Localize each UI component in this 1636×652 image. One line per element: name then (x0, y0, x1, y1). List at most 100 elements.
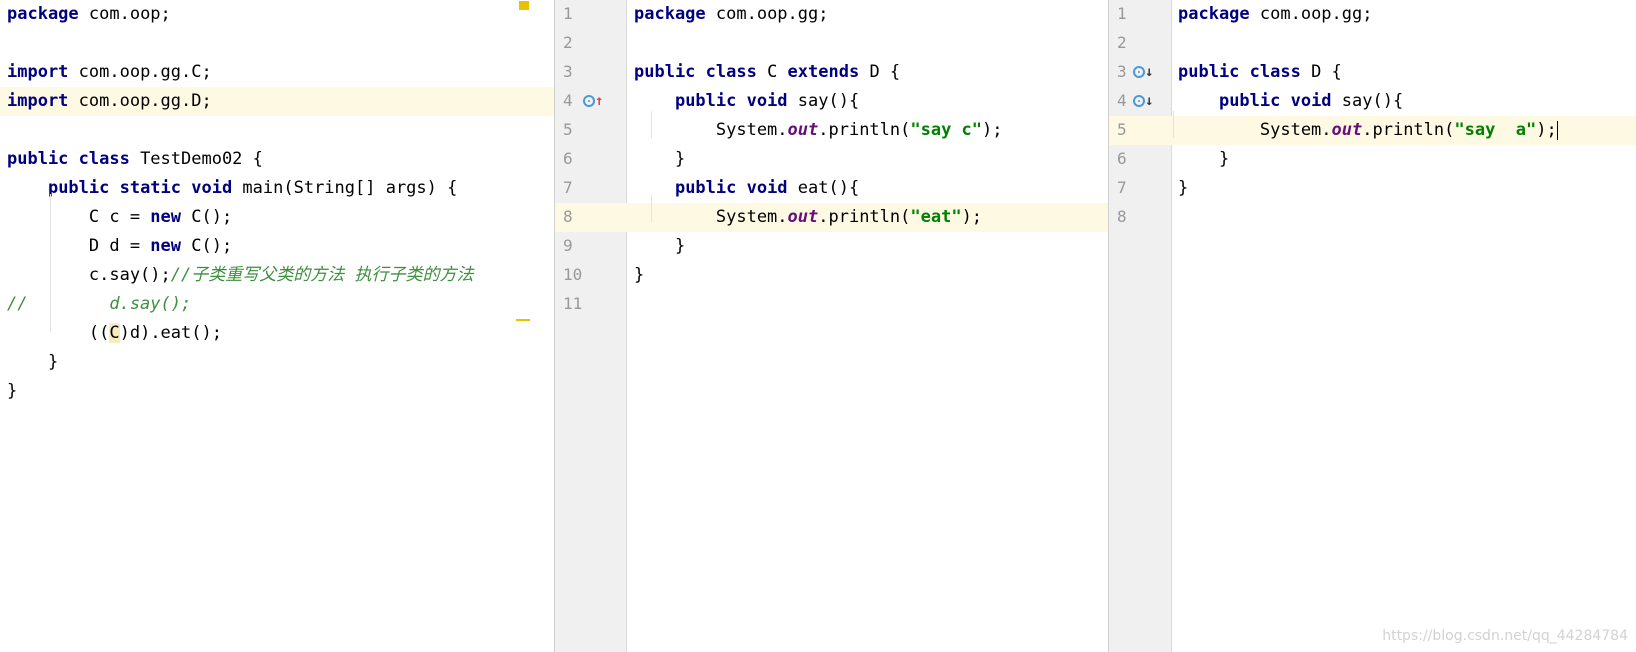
code-text: System.out.println("eat"); (634, 203, 982, 231)
code-line[interactable]: 6 } (1109, 145, 1636, 174)
code-token: ); (982, 120, 1003, 140)
line-number[interactable]: 1 (1117, 0, 1141, 28)
code-text: System.out.println("say a"); (1178, 116, 1558, 144)
line-number[interactable]: 8 (563, 203, 587, 231)
code-line[interactable]: 7} (1109, 174, 1636, 203)
comment-token: //子类重写父类的方法 执行子类的方法 (170, 265, 474, 285)
code-line[interactable]: 11 (555, 290, 1108, 319)
code-lines: 1 package com.oop.gg; 2 3 public class C ext… (555, 0, 1108, 319)
code-token: } (634, 265, 645, 285)
code-line[interactable]: 10} (555, 261, 1108, 290)
code-line[interactable]: import com.oop.gg.D; (0, 87, 554, 116)
field-token: out (787, 120, 819, 140)
string-token: "say c" (910, 120, 983, 140)
code-line[interactable]: package com.oop; (0, 0, 554, 29)
code-text: package com.oop.gg; (1178, 0, 1372, 28)
code-line[interactable]: D d = new C(); (0, 232, 554, 261)
line-number[interactable]: 11 (563, 290, 587, 318)
code-line[interactable] (0, 29, 554, 58)
code-token: )d).eat(); (119, 323, 222, 343)
code-token: C(); (181, 236, 233, 256)
keyword-token: public class (1178, 62, 1301, 82)
keyword-token: import (7, 91, 69, 111)
code-line[interactable]: 1 package com.oop.gg; (555, 0, 1108, 29)
code-line[interactable]: import com.oop.gg.C; (0, 58, 554, 87)
code-text: } (7, 348, 58, 376)
code-text: D d = new C(); (7, 232, 232, 260)
code-line[interactable]: 3 public class C extends D { (555, 58, 1108, 87)
code-text: public void say(){ (634, 87, 859, 115)
code-text: C c = new C(); (7, 203, 232, 231)
line-number[interactable]: 9 (563, 232, 587, 260)
line-number[interactable]: 6 (563, 145, 587, 173)
warning-stripe-marker[interactable] (519, 1, 529, 10)
code-line[interactable]: 5 System.out.println("say c"); (555, 116, 1108, 145)
code-line[interactable]: 9 } (555, 232, 1108, 261)
editor-pane-c[interactable]: 1 package com.oop.gg; 2 3 public class C ext… (555, 0, 1109, 652)
line-number[interactable]: 7 (1117, 174, 1141, 202)
code-token: C (756, 62, 788, 82)
line-number[interactable]: 2 (563, 29, 587, 57)
code-text: } (7, 377, 17, 405)
code-line[interactable]: 8 (1109, 203, 1636, 232)
code-token: D { (1300, 62, 1342, 82)
code-token: say(){ (1331, 91, 1404, 111)
code-line[interactable]: 8 System.out.println("eat"); (555, 203, 1108, 232)
code-text: public void say(){ (1178, 87, 1403, 115)
code-token: } (634, 236, 686, 256)
editor-pane-d[interactable]: 1 package com.oop.gg; 2 3 ↓ public class D {4… (1109, 0, 1636, 652)
code-token: C c = (7, 207, 151, 227)
code-line[interactable]: c.say();//子类重写父类的方法 执行子类的方法 (0, 261, 554, 290)
line-number[interactable]: 8 (1117, 203, 1141, 231)
code-token: ); (961, 207, 983, 227)
line-number[interactable]: 3 (563, 58, 587, 86)
code-line[interactable]: 6 } (555, 145, 1108, 174)
code-text: } (1178, 145, 1229, 173)
editor-pane-testdemo02[interactable]: package com.oop; import com.oop.gg.C; impo… (0, 0, 555, 652)
implemented-method-icon[interactable]: ↓ (1133, 58, 1153, 86)
code-line[interactable]: 4 ↓ public void say(){ (1109, 87, 1636, 116)
line-number[interactable]: 5 (1117, 116, 1141, 144)
code-lines: package com.oop; import com.oop.gg.C; impo… (0, 0, 554, 406)
code-line[interactable] (0, 116, 554, 145)
line-number[interactable]: 2 (1117, 29, 1141, 57)
code-line[interactable]: 7 public void eat(){ (555, 174, 1108, 203)
code-line[interactable]: } (0, 348, 554, 377)
line-number[interactable]: 5 (563, 116, 587, 144)
code-line[interactable]: 5 System.out.println("say a"); (1109, 116, 1636, 145)
code-text: import com.oop.gg.D; (7, 87, 212, 115)
code-text: c.say();//子类重写父类的方法 执行子类的方法 (7, 261, 474, 289)
keyword-token: public class (634, 62, 757, 82)
code-line[interactable]: 3 ↓ public class D { (1109, 58, 1636, 87)
code-line[interactable]: public class TestDemo02 { (0, 145, 554, 174)
code-line[interactable]: 2 (1109, 29, 1636, 58)
keyword-token: public void (674, 178, 788, 198)
line-number[interactable]: 10 (563, 261, 587, 289)
code-line[interactable]: // d.say(); (0, 290, 554, 319)
code-line[interactable]: } (0, 377, 554, 406)
keyword-token: import (7, 62, 69, 82)
code-line[interactable]: 4 ↑ public void say(){ (555, 87, 1108, 116)
code-line[interactable]: C c = new C(); (0, 203, 554, 232)
code-text: } (634, 145, 685, 173)
indent-guide (651, 195, 652, 222)
code-line[interactable]: public static void main(String[] args) { (0, 174, 554, 203)
code-line[interactable]: 1 package com.oop.gg; (1109, 0, 1636, 29)
overriding-method-icon[interactable]: ↑ (583, 87, 603, 115)
code-line[interactable]: 2 (555, 29, 1108, 58)
error-stripe-mark[interactable] (516, 319, 530, 321)
code-text: System.out.println("say c"); (634, 116, 1003, 144)
code-text: // d.say(); (7, 290, 191, 318)
code-token: (( (7, 323, 110, 343)
watermark: https://blog.csdn.net/qq_44284784 (1382, 628, 1628, 644)
line-number[interactable]: 6 (1117, 145, 1141, 173)
code-line[interactable]: ((C)d).eat(); (0, 319, 554, 348)
line-number[interactable]: 1 (563, 0, 587, 28)
code-text: public class TestDemo02 { (7, 145, 263, 173)
code-token: main(String[] args) { (232, 178, 458, 198)
implemented-method-icon[interactable]: ↓ (1133, 87, 1153, 115)
line-number[interactable]: 7 (563, 174, 587, 202)
